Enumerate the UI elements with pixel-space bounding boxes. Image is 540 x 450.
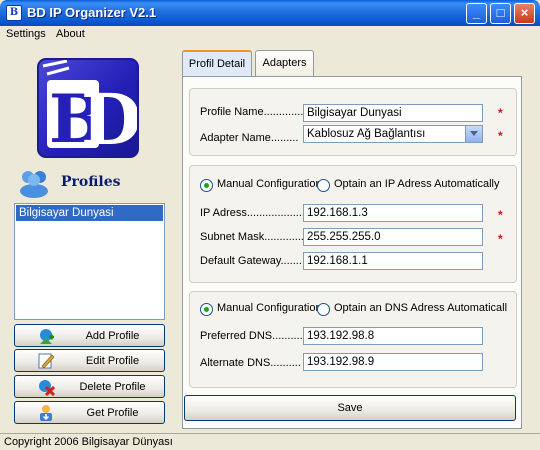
- profile-detail-panel: Profile Name............. Bilgisayar Dun…: [182, 76, 522, 429]
- chevron-down-icon[interactable]: [465, 126, 482, 142]
- svg-text:D: D: [81, 78, 137, 156]
- minimize-icon[interactable]: _: [466, 3, 487, 24]
- default-gateway-field[interactable]: 192.168.1.1: [303, 252, 483, 270]
- menu-settings[interactable]: Settings: [6, 28, 46, 40]
- profile-name-field[interactable]: Bilgisayar Dunyasi: [303, 104, 483, 122]
- status-bar: Copyright 2006 Bilgisayar Dünyası: [0, 433, 540, 450]
- profiles-heading: Profiles: [61, 174, 121, 190]
- ip-manual-radio[interactable]: [200, 179, 213, 192]
- delete-profile-button[interactable]: Delete Profile: [14, 375, 165, 398]
- preferred-dns-field[interactable]: 193.192.98.8: [303, 327, 483, 345]
- default-gateway-label: Default Gateway.......: [200, 255, 302, 267]
- alternate-dns-field[interactable]: 193.192.98.9: [303, 353, 483, 371]
- required-mark: *: [498, 106, 503, 120]
- dns-config-group: Manual Configuration Optain an DNS Adres…: [189, 291, 517, 388]
- ip-address-label: IP Adress.....................: [200, 207, 312, 219]
- ip-address-field[interactable]: 192.168.1.3: [303, 204, 483, 222]
- window-title: BD IP Organizer V2.1: [27, 5, 157, 20]
- menu-about[interactable]: About: [56, 28, 85, 40]
- subnet-mask-label: Subnet Mask................: [200, 231, 314, 243]
- get-profile-icon: [37, 404, 55, 422]
- required-mark: *: [498, 232, 503, 246]
- adapter-name-label: Adapter Name.........: [200, 132, 299, 144]
- tab-adapters[interactable]: Adapters: [255, 50, 314, 77]
- edit-profile-button[interactable]: Edit Profile: [14, 349, 165, 372]
- ip-config-group: Manual Configuration Optain an IP Adress…: [189, 165, 517, 283]
- maximize-icon[interactable]: □: [490, 3, 511, 24]
- profile-list[interactable]: Bilgisayar Dunyasi: [14, 203, 165, 320]
- ip-auto-radio[interactable]: [317, 179, 330, 192]
- menu-bar: Settings About: [0, 26, 540, 45]
- delete-profile-icon: [37, 378, 56, 397]
- get-profile-button[interactable]: Get Profile: [14, 401, 165, 424]
- profile-group: Profile Name............. Bilgisayar Dun…: [189, 88, 517, 156]
- dns-manual-radio[interactable]: [200, 303, 213, 316]
- profile-name-label: Profile Name.............: [200, 106, 304, 118]
- adapter-select[interactable]: Kablosuz Ağ Bağlantısı: [303, 125, 483, 143]
- profiles-icon: [18, 168, 50, 198]
- list-item[interactable]: Bilgisayar Dunyasi: [16, 205, 163, 221]
- edit-profile-icon: [37, 352, 55, 370]
- tab-profil-detail[interactable]: Profil Detail: [182, 50, 252, 77]
- required-mark: *: [498, 208, 503, 222]
- dns-auto-radio[interactable]: [317, 303, 330, 316]
- dns-manual-label: Manual Configuration: [217, 302, 322, 314]
- save-button[interactable]: Save: [184, 395, 516, 421]
- add-profile-button[interactable]: Add Profile: [14, 324, 165, 347]
- bd-logo: B D: [37, 58, 139, 158]
- ip-auto-label: Optain an IP Adress Automatically: [334, 178, 500, 190]
- alternate-dns-label: Alternate DNS..........: [200, 357, 301, 369]
- title-bar[interactable]: B BD IP Organizer V2.1 _ □ ×: [0, 0, 540, 26]
- close-icon[interactable]: ×: [514, 3, 535, 24]
- adapter-select-value: Kablosuz Ağ Bağlantısı: [307, 128, 426, 140]
- ip-manual-label: Manual Configuration: [217, 178, 322, 190]
- copyright-text: Copyright 2006 Bilgisayar Dünyası: [4, 436, 173, 448]
- app-icon: B: [6, 5, 22, 21]
- preferred-dns-label: Preferred DNS..........: [200, 330, 303, 342]
- subnet-mask-field[interactable]: 255.255.255.0: [303, 228, 483, 246]
- required-mark: *: [498, 129, 503, 143]
- dns-auto-label: Optain an DNS Adress Automaticall: [334, 302, 508, 314]
- add-profile-icon: [37, 327, 55, 345]
